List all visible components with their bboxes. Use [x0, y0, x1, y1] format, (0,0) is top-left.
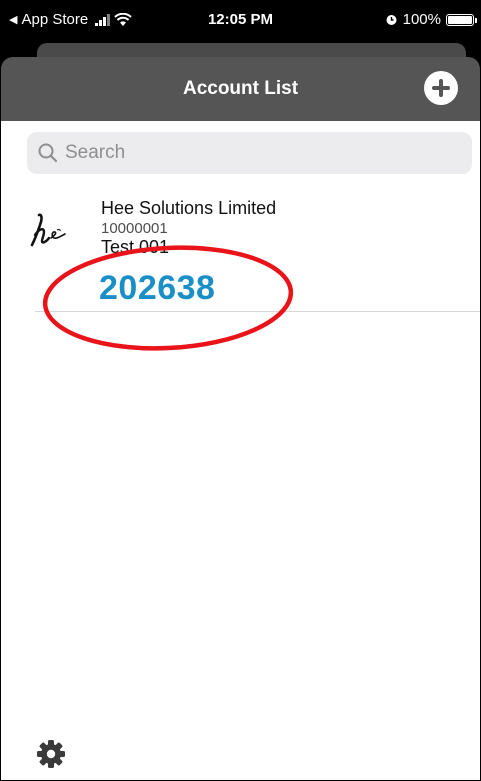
company-name: Hee Solutions Limited: [101, 198, 277, 218]
search-input[interactable]: [63, 141, 472, 165]
alarm-icon: [386, 15, 397, 25]
status-bar: ◀ App Store 12:05 PM 100%: [1, 1, 480, 37]
search-icon: [38, 143, 58, 163]
status-right-group: 100%: [385, 11, 477, 28]
battery-level: [448, 15, 472, 24]
otp-code: 202638: [99, 269, 216, 307]
account-list-item[interactable]: Hee Solutions Limited 10000001 Test 001 …: [30, 189, 480, 312]
account-number: 10000001: [101, 220, 168, 237]
app-screen: ◀ App Store 12:05 PM 100% Account List S…: [0, 0, 481, 781]
page-title: Account List: [182, 78, 299, 99]
search-bar[interactable]: [27, 132, 472, 174]
battery-percent: 100%: [402, 11, 441, 28]
battery-icon: [446, 13, 477, 26]
navigation-bar: Account List: [1, 57, 480, 121]
account-label: Test 001: [101, 237, 170, 257]
hee-logo-icon: [30, 213, 66, 247]
gear-icon[interactable]: [36, 739, 66, 769]
add-account-button[interactable]: [424, 71, 458, 105]
